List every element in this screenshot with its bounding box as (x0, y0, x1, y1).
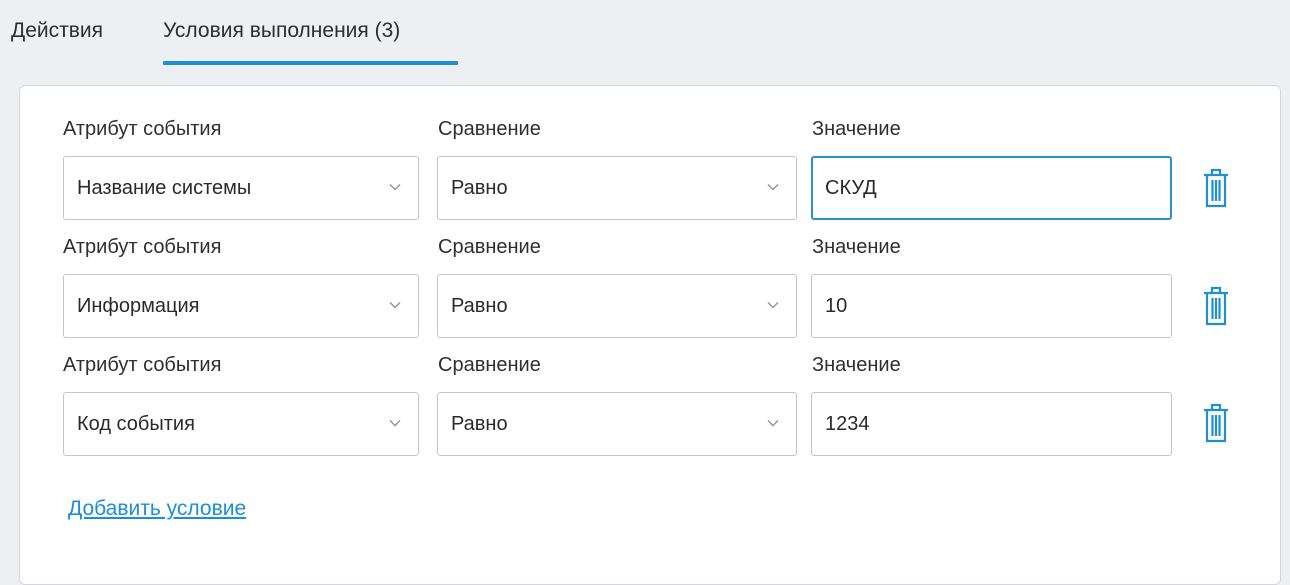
chevron-down-icon (767, 420, 779, 427)
trash-icon[interactable] (1203, 286, 1229, 326)
attribute-select[interactable]: Код события (63, 392, 419, 456)
chevron-down-icon (389, 302, 401, 309)
active-tab-indicator (163, 61, 458, 65)
value-input[interactable]: СКУД (811, 156, 1172, 220)
tab-bar: Действия Условия выполнения (3) (0, 0, 1290, 70)
value-input[interactable]: 1234 (811, 392, 1172, 456)
value-label: Значение (812, 118, 901, 140)
attribute-select-value: Информация (77, 295, 200, 317)
trash-icon[interactable] (1203, 168, 1229, 208)
comparison-select-value: Равно (451, 295, 508, 317)
value-input[interactable]: 10 (811, 274, 1172, 338)
attribute-label: Атрибут события (63, 236, 222, 258)
value-input-text: СКУД (825, 177, 877, 199)
comparison-label: Сравнение (438, 236, 541, 258)
attribute-select-value: Название системы (77, 177, 252, 199)
chevron-down-icon (767, 184, 779, 191)
chevron-down-icon (389, 184, 401, 191)
tab-actions[interactable]: Действия (11, 19, 103, 43)
attribute-select[interactable]: Информация (63, 274, 419, 338)
trash-icon[interactable] (1203, 403, 1229, 443)
value-label: Значение (812, 236, 901, 258)
add-condition-link[interactable]: Добавить условие (68, 497, 246, 521)
attribute-select-value: Код события (77, 413, 195, 435)
attribute-select[interactable]: Название системы (63, 156, 419, 220)
value-input-text: 1234 (825, 413, 870, 435)
chevron-down-icon (767, 302, 779, 309)
value-input-text: 10 (825, 295, 848, 317)
comparison-select[interactable]: Равно (437, 392, 797, 456)
chevron-down-icon (389, 420, 401, 427)
comparison-label: Сравнение (438, 118, 541, 140)
value-label: Значение (812, 354, 901, 376)
attribute-label: Атрибут события (63, 354, 222, 376)
attribute-label: Атрибут события (63, 118, 222, 140)
comparison-select[interactable]: Равно (437, 274, 797, 338)
comparison-select-value: Равно (451, 177, 508, 199)
comparison-label: Сравнение (438, 354, 541, 376)
comparison-select[interactable]: Равно (437, 156, 797, 220)
tab-conditions[interactable]: Условия выполнения (3) (163, 19, 400, 43)
comparison-select-value: Равно (451, 413, 508, 435)
